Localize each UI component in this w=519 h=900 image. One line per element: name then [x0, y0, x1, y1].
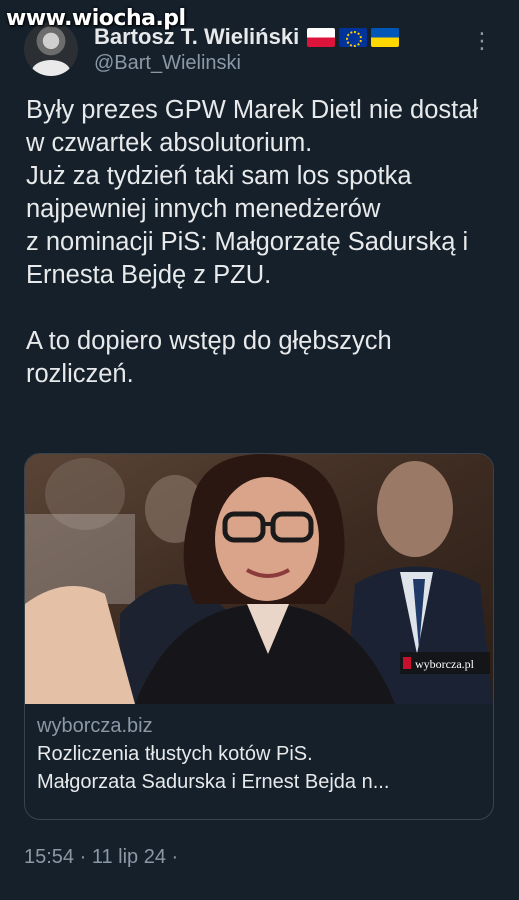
- tweet-paragraph-2: A to dopiero wstęp do głębszych rozlicze…: [26, 327, 392, 388]
- tweet-timestamp[interactable]: 15:54 · 11 lip 24 ·: [24, 846, 178, 869]
- card-title-line-2: Małgorzata Sadurska i Ernest Bejda n...: [37, 771, 390, 793]
- flag-ukraine-icon: [371, 27, 400, 47]
- card-photo: wyborcza.pl: [25, 454, 493, 704]
- flag-emojis: [307, 27, 400, 47]
- tweet-text: Były prezes GPW Marek Dietl nie dostał w…: [26, 94, 499, 391]
- tweet-paragraph-1: Były prezes GPW Marek Dietl nie dostał w…: [26, 96, 479, 289]
- author-handle[interactable]: @Bart_Wielinski: [94, 52, 241, 75]
- card-title-line-1: Rozliczenia tłustych kotów PiS.: [37, 743, 313, 765]
- link-preview-card[interactable]: wyborcza.pl wyborcza.biz Rozliczenia tłu…: [24, 453, 494, 820]
- card-image[interactable]: wyborcza.pl: [25, 454, 493, 704]
- tweet-header: Bartosz T. Wieliński @Bart_Wielinski ⋮: [24, 22, 499, 82]
- image-badge: wyborcza.pl: [415, 657, 475, 671]
- card-domain: wyborcza.biz: [37, 715, 153, 737]
- card-meta[interactable]: wyborcza.biz Rozliczenia tłustych kotów …: [37, 712, 481, 796]
- more-options-icon[interactable]: ⋮: [471, 30, 493, 52]
- avatar-shirt: [32, 60, 70, 76]
- watermark: www.wiocha.pl: [6, 6, 186, 31]
- flag-eu-icon: [339, 27, 368, 47]
- flag-poland-icon: [307, 27, 336, 47]
